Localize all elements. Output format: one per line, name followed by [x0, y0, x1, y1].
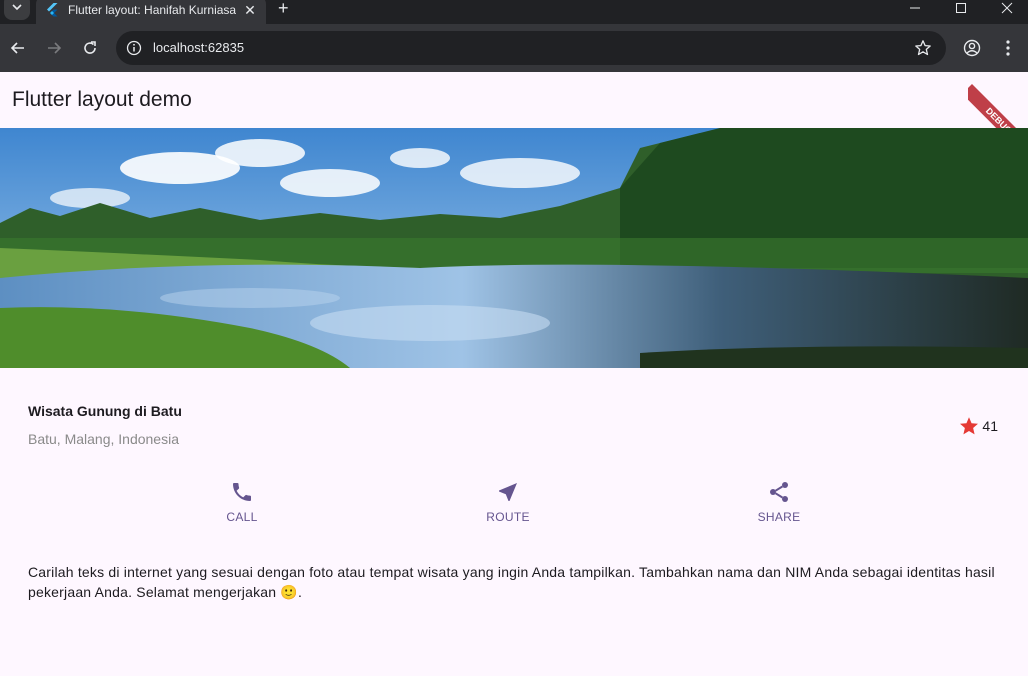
info-icon[interactable]	[126, 40, 142, 56]
near-me-icon	[499, 483, 517, 501]
flutter-logo-icon	[47, 3, 58, 17]
browser-tab-bar: Flutter layout: Hanifah Kurniasari ✕ +	[0, 0, 1028, 24]
tab-close-icon[interactable]: ✕	[242, 2, 258, 19]
share-icon	[770, 482, 788, 502]
maximize-button[interactable]	[938, 0, 984, 16]
app-bar: Flutter layout demo	[0, 72, 1028, 128]
forward-button[interactable]	[44, 38, 64, 58]
close-window-button[interactable]	[984, 0, 1028, 16]
lake-image	[0, 128, 1028, 368]
reload-icon	[84, 41, 96, 54]
place-name: Wisata Gunung di Batu	[28, 403, 182, 419]
close-icon	[1001, 2, 1013, 14]
reload-button[interactable]	[80, 38, 100, 58]
menu-button[interactable]	[998, 38, 1018, 58]
description-text: Carilah teks di internet yang sesuai den…	[28, 564, 995, 600]
maximize-icon	[956, 3, 966, 13]
url-text: localhost:62835	[153, 40, 245, 55]
call-label: CALL	[226, 510, 258, 524]
tab-search-button[interactable]	[4, 0, 30, 20]
app-title: Flutter layout demo	[12, 88, 192, 111]
route-label: ROUTE	[486, 510, 530, 524]
new-tab-button[interactable]: +	[278, 0, 289, 19]
debug-banner: DEBUG	[968, 72, 1028, 132]
call-button[interactable]: CALL	[202, 480, 282, 524]
browser-toolbar: localhost:62835	[0, 24, 1028, 72]
star-icon	[960, 417, 979, 435]
back-button[interactable]	[8, 38, 28, 58]
share-label: SHARE	[757, 510, 801, 524]
phone-icon	[233, 483, 251, 501]
arrow-left-icon	[10, 42, 24, 54]
bookmark-star-icon[interactable]	[914, 39, 932, 57]
debug-label: DEBUG	[968, 84, 1028, 132]
title-section: Wisata Gunung di Batu Batu, Malang, Indo…	[28, 400, 1000, 450]
route-button[interactable]: ROUTE	[468, 480, 548, 524]
favorite-rating[interactable]: 41	[958, 415, 998, 437]
tab-title: Flutter layout: Hanifah Kurniasari	[68, 3, 236, 17]
place-location: Batu, Malang, Indonesia	[28, 431, 179, 447]
more-vert-icon	[1006, 40, 1010, 56]
profile-button[interactable]	[962, 38, 982, 58]
address-bar[interactable]: localhost:62835	[116, 31, 946, 65]
minimize-button[interactable]	[892, 0, 938, 16]
chevron-down-icon	[12, 4, 22, 11]
arrow-right-icon	[48, 42, 62, 54]
browser-tab[interactable]: Flutter layout: Hanifah Kurniasari ✕	[36, 0, 266, 24]
account-circle-icon	[963, 39, 981, 57]
minimize-icon	[910, 7, 920, 9]
rating-count: 41	[982, 418, 998, 434]
share-button[interactable]: SHARE	[739, 480, 819, 524]
